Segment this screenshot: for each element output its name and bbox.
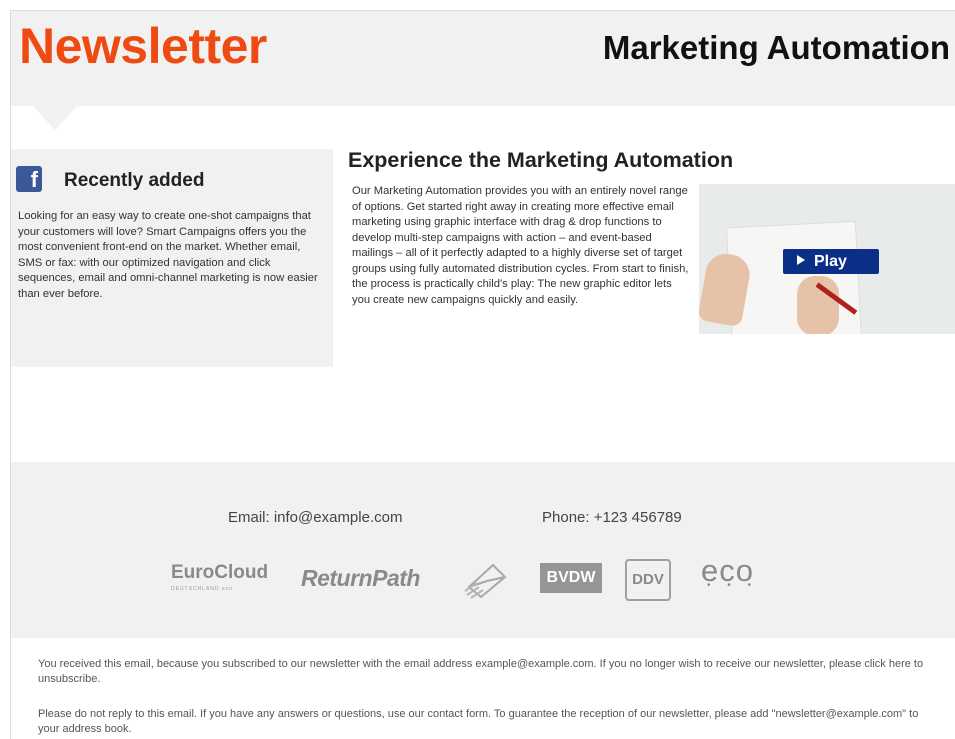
partner-logos: EuroCloud DEUTSCHLAND eco ReturnPath BVD… (11, 553, 955, 607)
play-button[interactable]: Play (783, 249, 879, 274)
contact-email[interactable]: Email: info@example.com (228, 509, 402, 526)
facebook-icon[interactable]: f (16, 166, 42, 192)
eurocloud-logo: EuroCloud DEUTSCHLAND eco (171, 562, 268, 592)
contact-phone: Phone: +123 456789 (542, 509, 682, 526)
recently-added-text: Looking for an easy way to create one-sh… (18, 210, 318, 300)
ddv-logo: DDV (625, 559, 671, 601)
returnpath-logo: ReturnPath (301, 565, 420, 591)
footer-contact: Email: info@example.com Phone: +123 4567… (11, 462, 955, 638)
eurocloud-logo-subtext: DEUTSCHLAND eco (171, 586, 233, 592)
envelope-logo-icon (463, 557, 511, 601)
recently-added-panel: f Recently added Looking for an easy way… (11, 149, 333, 367)
legal-unsubscribe-text[interactable]: You received this email, because you sub… (38, 657, 938, 687)
header: Newsletter Marketing Automation (11, 11, 955, 106)
main-title: Experience the Marketing Automation (348, 148, 734, 172)
newsletter-email: Newsletter Marketing Automation f Recent… (10, 10, 955, 739)
play-icon (797, 255, 805, 265)
recently-added-title: Recently added (64, 170, 205, 191)
play-label: Play (814, 253, 847, 270)
main-text: Our Marketing Automation provides you wi… (352, 185, 689, 306)
header-notch (33, 106, 77, 130)
eco-logo: eco • • • (701, 553, 758, 591)
eurocloud-logo-text: EuroCloud (171, 562, 269, 583)
header-title: Marketing Automation (602, 29, 950, 66)
legal-contact-text: Please do not reply to this email. If yo… (38, 708, 919, 735)
video-thumbnail[interactable]: Play (699, 184, 955, 334)
eco-logo-dots: • • • (707, 580, 759, 591)
brand-title: Newsletter (19, 18, 267, 74)
bvdw-logo: BVDW (540, 563, 602, 593)
